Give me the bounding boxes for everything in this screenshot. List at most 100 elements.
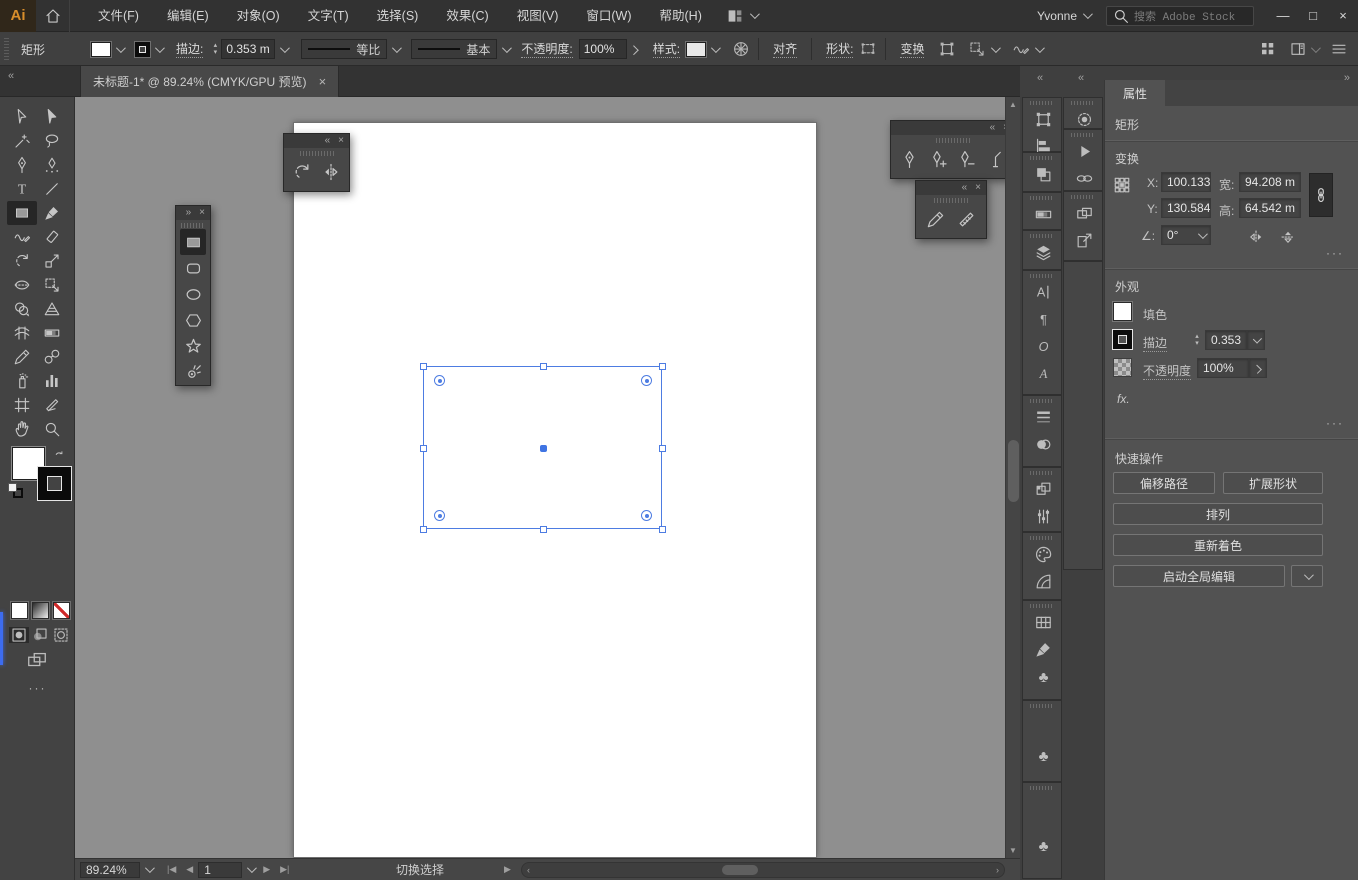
selection-center-point[interactable] — [540, 445, 547, 452]
opacity-label[interactable]: 不透明度: — [521, 40, 573, 58]
selection-handle[interactable] — [420, 363, 427, 370]
brush-definition-chevron[interactable] — [497, 39, 513, 59]
menu-list-icon[interactable] — [1330, 40, 1348, 58]
panel-group-grip[interactable] — [1030, 786, 1054, 790]
menu-item[interactable]: 文件(F) — [84, 0, 153, 32]
selection-handle[interactable] — [420, 526, 427, 533]
panel-group-grip[interactable] — [1030, 471, 1054, 475]
style-label[interactable]: 样式: — [652, 40, 681, 58]
stroke-color-swatch[interactable] — [134, 40, 152, 58]
zoom-tool[interactable] — [37, 417, 67, 441]
close-icon[interactable]: × — [338, 136, 344, 146]
opacity-panel-button[interactable] — [627, 39, 643, 59]
shape-options-icon[interactable] — [859, 40, 877, 58]
panel-grip[interactable] — [934, 198, 968, 203]
stroke-weight-stepper[interactable]: ▴ ▾ — [1191, 330, 1203, 350]
panel-group-grip[interactable] — [1030, 234, 1054, 238]
dock-collapse-icon[interactable]: « — [1037, 72, 1043, 84]
symbol-sprayer-tool[interactable] — [7, 369, 37, 393]
measure-tool[interactable] — [954, 206, 980, 232]
panel-grip[interactable] — [935, 138, 970, 143]
selection-handle[interactable] — [539, 363, 547, 370]
column-graph-tool[interactable] — [37, 369, 67, 393]
paintbrush-tool[interactable] — [37, 201, 67, 225]
stroke-swatch[interactable] — [1113, 330, 1132, 349]
magic-wand-tool[interactable] — [7, 129, 37, 153]
stroke-weight-dropdown[interactable] — [1247, 330, 1265, 350]
blend-tool[interactable] — [37, 345, 67, 369]
horizontal-scroll-thumb[interactable] — [722, 865, 758, 875]
panel-group-grip[interactable] — [1030, 101, 1054, 105]
scroll-up-icon[interactable]: ▲ — [1006, 100, 1020, 109]
close-button[interactable]: × — [1328, 3, 1358, 29]
scroll-right-icon[interactable]: › — [991, 865, 1004, 875]
transform-more-options[interactable]: ··· — [1326, 246, 1344, 260]
shaper-tool[interactable] — [7, 225, 37, 249]
style-dropdown[interactable] — [706, 39, 722, 59]
brush-definition-dropdown[interactable]: 基本 — [411, 39, 498, 59]
rectangle-tool[interactable] — [180, 229, 206, 255]
stroke-weight-stepper[interactable]: ▴ ▾ — [209, 39, 221, 59]
panel-dock-toggle[interactable] — [1289, 40, 1321, 58]
draw-normal-mode-button[interactable] — [9, 627, 29, 643]
transform-label[interactable]: 变换 — [900, 40, 925, 58]
panel-grip[interactable] — [299, 151, 334, 156]
stroke-panel[interactable] — [1023, 405, 1063, 432]
minimize-button[interactable]: — — [1268, 3, 1298, 29]
polygon-tool[interactable] — [180, 307, 206, 333]
pen-tool[interactable] — [7, 153, 37, 177]
mesh-tool[interactable] — [7, 321, 37, 345]
opacity-swatch[interactable] — [1113, 358, 1132, 377]
fill-color-swatch[interactable] — [90, 40, 113, 58]
dock-icon[interactable]: « — [962, 183, 968, 193]
line-segment-tool[interactable] — [37, 177, 67, 201]
stroke-color-dropdown[interactable] — [150, 39, 166, 59]
angle-value-field[interactable]: 0° — [1161, 225, 1211, 245]
panel-group-grip[interactable] — [1030, 399, 1054, 403]
next-artboard-button[interactable]: ▶ — [258, 864, 275, 875]
toolbar-more-icon[interactable]: ··· — [0, 681, 75, 695]
delete-anchor-point-tool[interactable] — [954, 146, 980, 172]
quick-action-3-button[interactable]: 排列 — [1113, 503, 1323, 525]
status-display[interactable]: 切换选择 — [330, 861, 510, 878]
layers-panel[interactable] — [1023, 240, 1063, 267]
constrain-proportions-button[interactable] — [1309, 173, 1333, 217]
panel-group-grip[interactable] — [1030, 274, 1054, 278]
menu-item[interactable]: 帮助(H) — [646, 0, 716, 32]
panel-group-grip[interactable] — [1071, 101, 1095, 105]
width-profile-chevron[interactable] — [387, 39, 403, 59]
stroke-weight-label[interactable]: 描边: — [176, 40, 204, 58]
style-libraries-panel[interactable] — [1023, 477, 1063, 504]
flip-horizontal-icon[interactable] — [1247, 228, 1265, 246]
menu-item[interactable]: 选择(S) — [363, 0, 433, 32]
menu-item[interactable]: 视图(V) — [503, 0, 573, 32]
scale-tool[interactable] — [37, 249, 67, 273]
stroke-color-indicator[interactable] — [38, 467, 71, 500]
quick-action-1-button[interactable]: 偏移路径 — [1113, 472, 1215, 494]
shape-label[interactable]: 形状: — [826, 40, 854, 58]
adobe-stock-search-input[interactable]: 搜索 Adobe Stock — [1106, 5, 1254, 26]
swap-fill-stroke-icon[interactable] — [52, 449, 66, 466]
default-fill-stroke-icon[interactable] — [8, 483, 23, 498]
selection-tool[interactable] — [37, 105, 67, 129]
bounding-box-icon[interactable] — [938, 40, 956, 58]
opentype-panel[interactable]: O — [1023, 334, 1063, 361]
symbol-libraries-panel[interactable]: ♣ — [1023, 743, 1063, 770]
controlbar-grip[interactable] — [4, 38, 9, 60]
canvas-viewport[interactable]: «× »× «× «× ▲ ▼ — [75, 97, 1020, 858]
quick-action-5-button[interactable]: 启动全局编辑 — [1113, 565, 1285, 587]
menu-item[interactable]: 对象(O) — [223, 0, 294, 32]
reflect-tool[interactable] — [318, 159, 344, 185]
quick-action-dropdown-button[interactable] — [1291, 565, 1323, 587]
eyedropper-panel-header[interactable]: «× — [916, 181, 986, 195]
live-corner-widget[interactable] — [641, 375, 652, 386]
horizontal-scrollbar[interactable]: ‹ › — [521, 862, 1005, 878]
close-icon[interactable]: × — [199, 208, 205, 218]
fill-color-dropdown[interactable] — [111, 39, 127, 59]
scroll-left-icon[interactable]: ‹ — [522, 865, 535, 875]
asset-export-panel[interactable] — [1064, 228, 1104, 255]
flip-vertical-icon[interactable] — [1279, 228, 1297, 246]
gradient-button[interactable] — [31, 601, 50, 620]
direct-selection-tool[interactable] — [7, 105, 37, 129]
vertical-scrollbar[interactable]: ▲ ▼ — [1005, 97, 1020, 858]
